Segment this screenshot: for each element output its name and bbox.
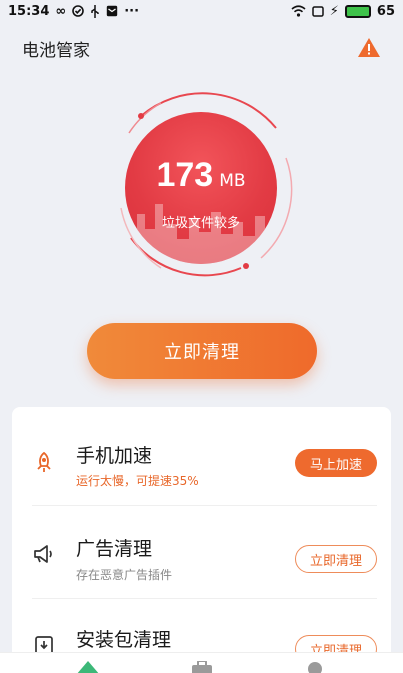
screen-icon — [312, 5, 324, 17]
status-right: ⚡ 65 — [291, 4, 395, 19]
message-icon — [107, 5, 118, 17]
infinity-icon: ∞ — [55, 3, 67, 19]
junk-size-unit: MB — [219, 171, 246, 191]
junk-circle[interactable]: 173 MB 垃圾文件较多 — [125, 112, 277, 264]
feature-card: 手机加速 运行太慢，可提速35% 马上加速 广告清理 存在恶意广告插件 立即清理… — [12, 407, 391, 673]
rocket-icon — [37, 451, 51, 472]
usb-icon — [91, 4, 99, 18]
item-title: 手机加速 — [76, 445, 153, 467]
megaphone-icon — [34, 545, 52, 563]
bottom-tab-bar — [0, 652, 403, 673]
charging-icon: ⚡ — [329, 3, 339, 19]
junk-size-row: 173 MB — [125, 156, 277, 195]
warning-icon[interactable] — [357, 36, 381, 60]
wifi-icon — [291, 5, 306, 17]
battery-level: 65 — [376, 3, 395, 19]
more-notifications-icon: ··· — [124, 3, 140, 19]
junk-size-value: 173 — [156, 156, 214, 194]
page-title: 电池管家 — [22, 40, 90, 61]
battery-icon — [344, 4, 371, 18]
status-bar: 15:34 ∞ ··· ⚡ 65 — [0, 0, 403, 22]
ad-clean-button[interactable]: 立即清理 — [295, 545, 377, 573]
clean-now-button[interactable]: 立即清理 — [87, 323, 317, 379]
tab-toolbox-icon[interactable] — [190, 661, 214, 673]
app-header: 电池管家 — [0, 30, 403, 66]
tab-home-icon[interactable] — [76, 661, 100, 673]
junk-description: 垃圾文件较多 — [161, 216, 240, 231]
speed-up-button[interactable]: 马上加速 — [295, 449, 377, 477]
item-subtitle: 存在恶意广告插件 — [76, 568, 173, 582]
item-title: 安装包清理 — [76, 629, 172, 651]
list-item-ad-clean[interactable]: 广告清理 存在恶意广告插件 立即清理 — [12, 506, 391, 597]
status-time: 15:34 — [8, 3, 50, 19]
tab-profile-icon[interactable] — [303, 661, 327, 673]
status-left: 15:34 ∞ ··· — [8, 4, 139, 19]
list-item-speed-up[interactable]: 手机加速 运行太慢，可提速35% 马上加速 — [12, 407, 391, 498]
item-subtitle: 运行太慢，可提速35% — [76, 474, 199, 488]
junk-gauge: 173 MB 垃圾文件较多 — [101, 88, 301, 288]
check-circle-icon — [72, 5, 85, 17]
item-title: 广告清理 — [76, 538, 153, 560]
